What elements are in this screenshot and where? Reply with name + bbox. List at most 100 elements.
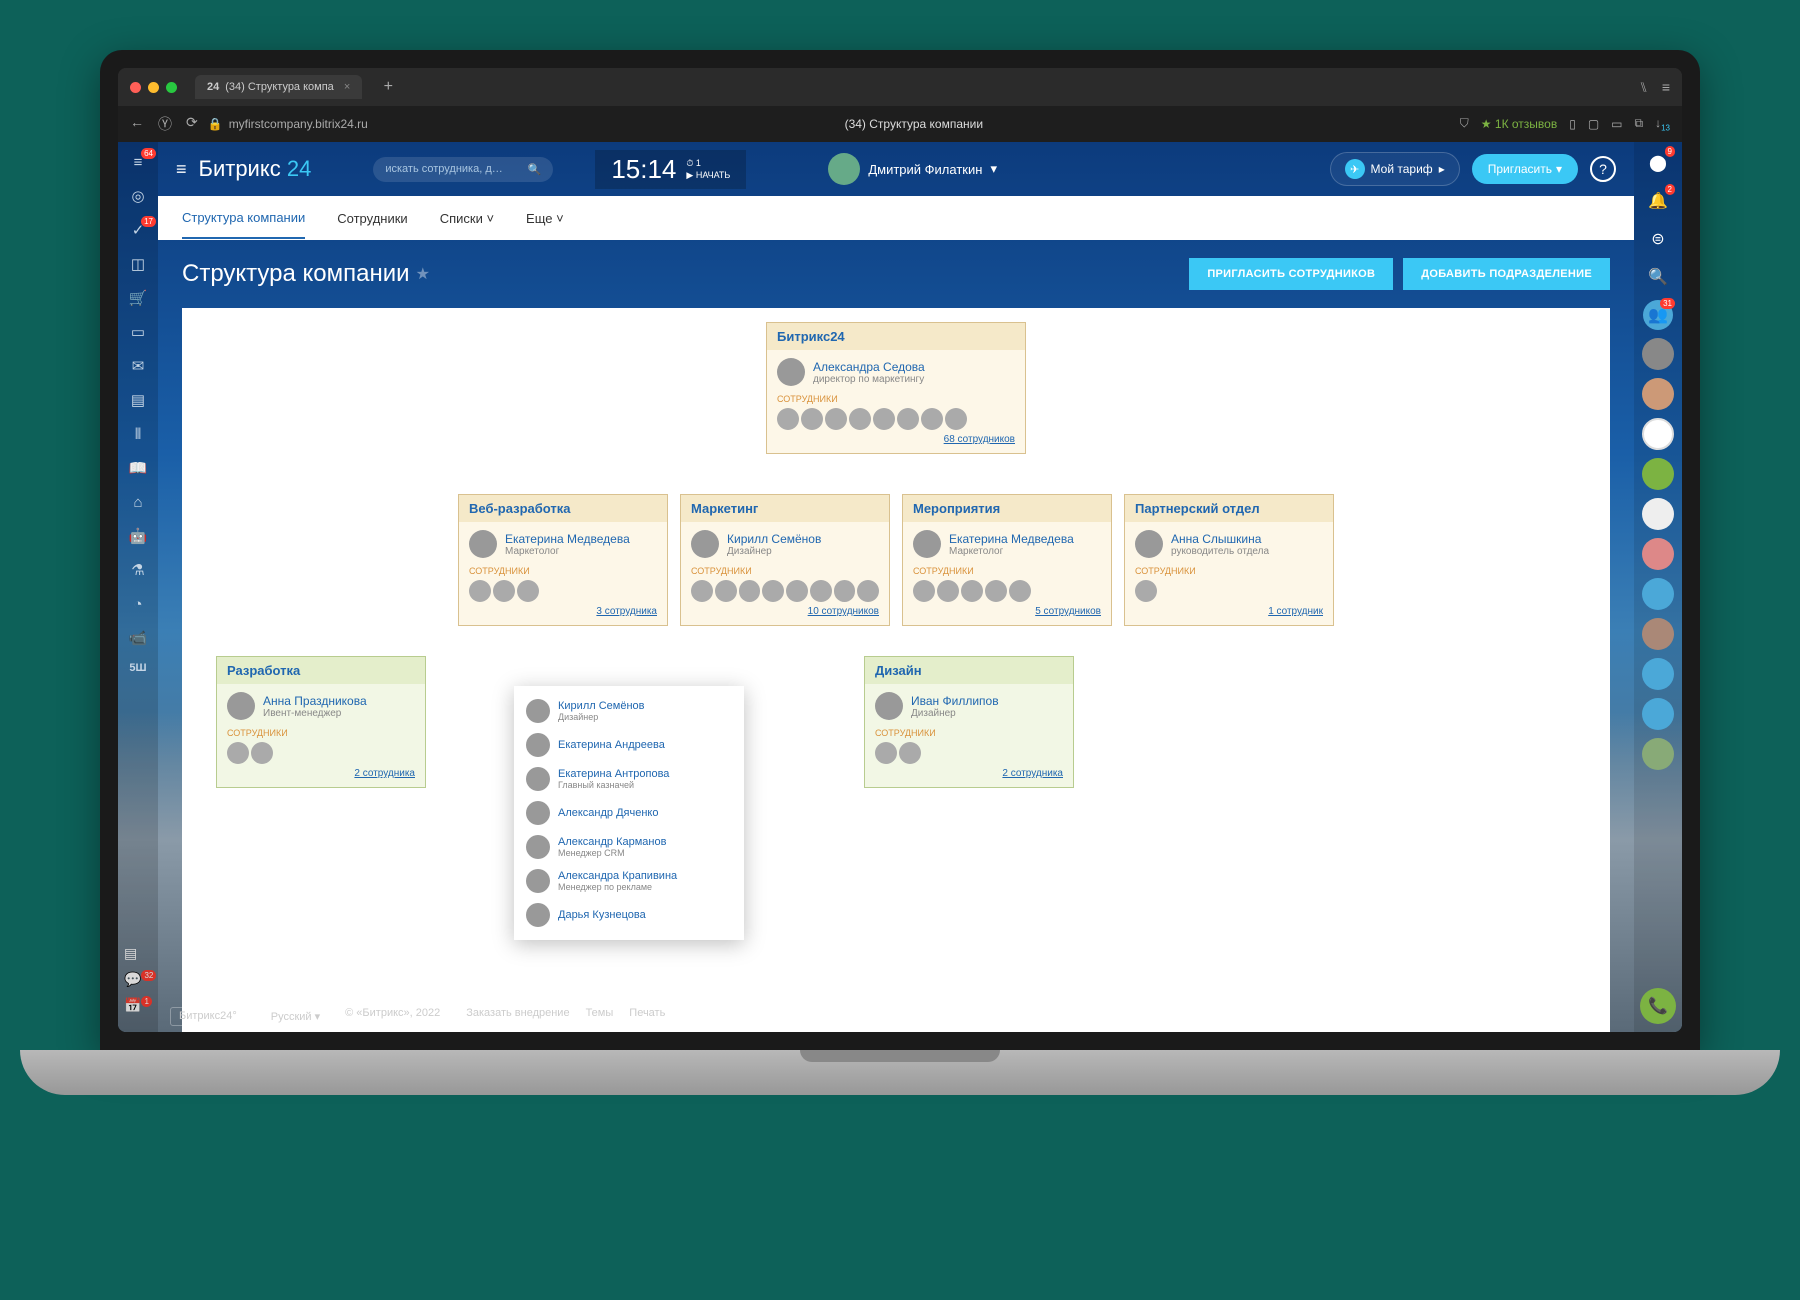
contact-avatar[interactable] [1642,418,1674,450]
employee-item[interactable]: Кирилл Семёнов Дизайнер [514,694,744,728]
user-menu[interactable]: Дмитрий Филаткин ▾ [828,153,997,185]
footer-brand[interactable]: Битрикс24° [170,1007,246,1026]
employees-link[interactable]: 1 сотрудник [1135,606,1323,617]
employee-item[interactable]: Александра Крапивина Менеджер по рекламе [514,864,744,898]
contact-avatar[interactable] [1642,618,1674,650]
bookmark-outline-icon[interactable]: ▯ [1569,117,1576,131]
nav-item[interactable]: ✉ [128,356,148,376]
tab-Еще[interactable]: Еще ˅ [526,199,564,238]
nav-item-text[interactable]: 5Ш [129,662,146,674]
employees-link[interactable]: 10 сотрудников [691,606,879,617]
invite-employees-button[interactable]: ПРИГЛАСИТЬ СОТРУДНИКОВ [1189,258,1393,290]
window-controls[interactable] [130,82,177,93]
contact-avatar[interactable] [1642,738,1674,770]
reviews-badge[interactable]: ★ 1К отзывов [1481,117,1557,131]
chat-icon[interactable]: ⊜ [1643,224,1673,254]
employee-item[interactable]: Александр Дяченко [514,796,744,830]
employees-link[interactable]: 2 сотрудника [875,768,1063,779]
downloads-icon[interactable]: ↓13 [1655,116,1670,132]
shield-icon[interactable]: ⛉ [1460,116,1469,131]
employee-item[interactable]: Александр Карманов Менеджер CRM [514,830,744,864]
star-icon[interactable]: ★ [416,264,430,284]
dept-card[interactable]: Веб-разработка Екатерина Медведева Марке… [458,494,668,626]
add-department-button[interactable]: ДОБАВИТЬ ПОДРАЗДЕЛЕНИЕ [1403,258,1610,290]
employees-link[interactable]: 5 сотрудников [913,606,1101,617]
footer-themes[interactable]: Темы [586,1007,614,1026]
nav-item[interactable]: ≡64 [128,152,148,172]
lead-name[interactable]: Анна Слышкина [1171,532,1269,546]
contact-avatar[interactable] [1642,458,1674,490]
contact-avatar[interactable] [1642,538,1674,570]
search-icon[interactable]: 🔍 [1643,262,1673,292]
contact-avatar[interactable] [1642,698,1674,730]
yandex-icon[interactable]: Ⓨ [158,114,172,134]
dept-card[interactable]: Мероприятия Екатерина Медведева Маркетол… [902,494,1112,626]
employee-item[interactable]: Екатерина Антропова Главный казначей [514,762,744,796]
nav-item[interactable]: 🛒 [128,288,148,308]
nav-item[interactable]: 📹 [128,628,148,648]
back-icon[interactable]: ← [130,114,144,134]
lead-name[interactable]: Екатерина Медведева [505,532,630,546]
nav-item[interactable]: ✓17 [128,220,148,240]
invite-button[interactable]: Пригласить ▾ [1472,154,1578,184]
employees-link[interactable]: 2 сотрудника [227,768,415,779]
maximize-icon[interactable] [166,82,177,93]
dept-card[interactable]: Маркетинг Кирилл Семёнов Дизайнер СОТРУД… [680,494,890,626]
employee-item[interactable]: Екатерина Андреева [514,728,744,762]
nav-item[interactable]: ▭ [128,322,148,342]
clock-widget[interactable]: 15:14 ⏱ 1 ▶ НАЧАТЬ [595,150,746,189]
help-icon[interactable]: ? [1590,156,1616,182]
reload-icon[interactable]: ⟳ [186,114,198,134]
dept-card[interactable]: Разработка Анна Праздникова Ивент-менедж… [216,656,426,788]
org-chart-canvas[interactable]: Битрикс24 Александра Седова директор по … [182,308,1610,1032]
nav-item[interactable]: ◫ [128,254,148,274]
lead-name[interactable]: Кирилл Семёнов [727,532,821,546]
employees-link[interactable]: 3 сотрудника [469,606,657,617]
close-icon[interactable] [130,82,141,93]
footer-print[interactable]: Печать [629,1007,665,1026]
contact-avatar[interactable] [1642,378,1674,410]
nav-item[interactable]: ⫴ [128,424,148,444]
call-button[interactable]: 📞 [1640,988,1676,1024]
extension-icon[interactable]: ⧉ [1635,116,1644,131]
contact-avatar[interactable] [1642,498,1674,530]
employees-link[interactable]: 68 сотрудников [777,434,1015,445]
tab-close-icon[interactable]: × [344,81,350,93]
lead-name[interactable]: Иван Филлипов [911,694,999,708]
search-input[interactable]: искать сотрудника, д… 🔍 [373,157,553,182]
dept-root[interactable]: Битрикс24 Александра Седова директор по … [766,322,1026,454]
employee-item[interactable]: Дарья Кузнецова [514,898,744,932]
nav-item[interactable]: ◎ [128,186,148,206]
footer-order[interactable]: Заказать внедрение [466,1007,569,1026]
hamburger-icon[interactable]: ≡ [176,159,187,180]
logo[interactable]: Битрикс 24 [199,156,312,182]
nav-item[interactable]: ▤ [128,390,148,410]
alert-icon[interactable]: ⬤9 [1643,148,1673,178]
footer-lang[interactable]: Русский ▾ [262,1007,329,1026]
lead-name[interactable]: Александра Седова [813,360,925,374]
lead-name[interactable]: Екатерина Медведева [949,532,1074,546]
tab-Структура компании[interactable]: Структура компании [182,198,305,239]
contact-avatar[interactable] [1642,578,1674,610]
contact-avatar[interactable] [1642,658,1674,690]
bookmark-icon[interactable]: ⑊ [1639,79,1647,95]
group-icon[interactable]: 👥31 [1643,300,1673,330]
browser-tab[interactable]: 24 (34) Структура компа × [195,75,362,99]
nav-item[interactable]: ⚗ [128,560,148,580]
menu-icon[interactable]: ≡ [1662,79,1670,95]
url-display[interactable]: 🔒 myfirstcompany.bitrix24.ru [208,117,368,131]
nav-item[interactable]: ⌂ [128,492,148,512]
lead-name[interactable]: Анна Праздникова [263,694,367,708]
nav-item[interactable]: ◔ [128,594,148,614]
dept-card[interactable]: Дизайн Иван Филлипов Дизайнер СОТРУДНИКИ… [864,656,1074,788]
new-tab-button[interactable]: + [378,77,398,97]
nav-item[interactable]: 🤖 [128,526,148,546]
tab-Сотрудники[interactable]: Сотрудники [337,199,407,238]
contact-avatar[interactable] [1642,338,1674,370]
tablet-icon[interactable]: ▢ [1588,117,1599,131]
bell-icon[interactable]: 🔔2 [1643,186,1673,216]
nav-item[interactable]: 📖 [128,458,148,478]
tab-Списки[interactable]: Списки ˅ [440,199,494,238]
dept-card[interactable]: Партнерский отдел Анна Слышкина руководи… [1124,494,1334,626]
minimize-icon[interactable] [148,82,159,93]
